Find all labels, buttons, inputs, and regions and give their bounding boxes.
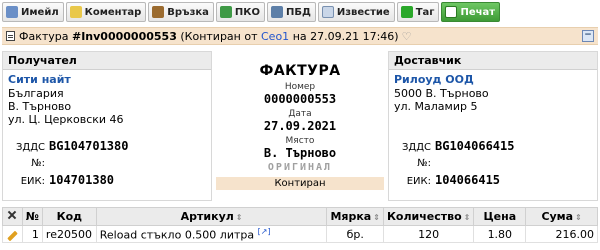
comment-button-label: Коментар <box>84 6 142 18</box>
print-icon <box>445 6 458 18</box>
items-table: № Код Артикул ⇕ Мярка ⇕ Количество ⇕ Цена С… <box>2 207 598 243</box>
supplier-ids: ЗДДС №: BG104066415 ЕИК: 104066415 <box>389 138 515 190</box>
print-button[interactable]: Печат <box>441 2 501 22</box>
column-header-code: Код <box>41 207 97 226</box>
row-quantity: 120 <box>382 225 475 243</box>
document-date: 27.09.2021 <box>263 119 337 133</box>
pbd-button-label: ПБД <box>285 6 311 18</box>
pbd-button[interactable]: ПБД <box>266 2 316 22</box>
tag-icon <box>400 6 413 18</box>
row-code: re20500 <box>41 225 97 243</box>
titlebar-user-link[interactable]: Ceo1 <box>261 30 289 43</box>
supplier-name-link[interactable]: Рилоуд ООД <box>389 70 597 86</box>
pko-icon <box>219 6 232 18</box>
supplier-eik: 104066415 <box>435 173 501 187</box>
pencil-icon[interactable] <box>7 230 18 241</box>
status-badge: Контиран <box>216 177 384 190</box>
external-link-icon[interactable]: [↗] <box>258 227 271 236</box>
document-icon <box>6 31 15 41</box>
row-amount: 216.00 <box>525 225 598 243</box>
column-header-unit[interactable]: Мярка ⇕ <box>326 207 384 226</box>
table-row: 1 re20500 Reload стъкло 0.500 литра [↗] … <box>2 225 598 243</box>
recipient-country: България <box>8 87 64 100</box>
sort-icon: ⇕ <box>235 213 243 222</box>
items-header-row: № Код Артикул ⇕ Мярка ⇕ Количество ⇕ Цена С… <box>2 207 598 226</box>
recipient-panel: Получател Сити найт България В. Търново … <box>2 51 212 201</box>
recipient-heading: Получател <box>3 52 211 70</box>
edit-cell[interactable] <box>2 225 23 243</box>
email-icon <box>6 6 18 18</box>
email-button-label: Имейл <box>21 6 59 18</box>
supplier-eik-label: ЕИК: <box>406 176 431 187</box>
number-label: Номер <box>284 82 316 92</box>
invoice-body: Получател Сити найт България В. Търново … <box>2 51 598 201</box>
row-article-name: Reload стъкло 0.500 литра <box>99 228 255 242</box>
column-header-price: Цена <box>473 207 527 226</box>
recipient-street: ул. Ц. Церковски 46 <box>8 113 124 126</box>
tools-icon <box>7 210 17 220</box>
sort-icon: ⇕ <box>575 213 582 222</box>
document-title: ФАКТУРА <box>259 63 341 79</box>
comment-button[interactable]: Коментар <box>65 2 147 22</box>
supplier-heading: Доставчик <box>389 52 597 70</box>
pko-button[interactable]: ПКО <box>215 2 265 22</box>
notice-icon <box>321 6 334 18</box>
supplier-city: 5000 В. Търново <box>394 87 489 100</box>
recipient-vat-label: ЗДДС №: <box>15 142 45 169</box>
link-button-label: Връзка <box>167 6 209 18</box>
recipient-city: В. Търново <box>8 100 72 113</box>
notice-button-label: Известие <box>336 6 390 18</box>
row-article: Reload стъкло 0.500 литра [↗] <box>95 225 328 243</box>
collapse-button[interactable]: − <box>582 30 594 42</box>
document-panel: ФАКТУРА Номер 0000000553 Дата 27.09.2021… <box>214 51 386 201</box>
heart-icon[interactable]: ♡ <box>402 30 412 43</box>
document-titlebar: Фактура #Inv0000000553 (Контиран от Ceo1… <box>2 27 598 45</box>
pko-button-label: ПКО <box>234 6 260 18</box>
column-header-no: № <box>21 207 43 226</box>
recipient-vat: BG104701380 <box>49 139 129 153</box>
supplier-address: 5000 В. Търново ул. Маламир 5 <box>389 86 597 113</box>
link-button[interactable]: Връзка <box>148 2 214 22</box>
supplier-panel: Доставчик Рилоуд ООД 5000 В. Търново ул.… <box>388 51 598 201</box>
recipient-eik-label: ЕИК: <box>20 176 45 187</box>
notice-button[interactable]: Известие <box>317 2 395 22</box>
row-unit: бр. <box>326 225 384 243</box>
titlebar-number: #Inv0000000553 <box>72 29 177 43</box>
sort-icon: ⇕ <box>373 213 380 222</box>
recipient-eik: 104701380 <box>49 173 115 187</box>
print-button-label: Печат <box>460 6 496 18</box>
pbd-icon <box>270 6 283 18</box>
titlebar-status: (Контиран от <box>180 29 258 43</box>
recipient-ids: ЗДДС №: BG104701380 ЕИК: 104701380 <box>3 138 129 190</box>
email-button[interactable]: Имейл <box>2 2 64 22</box>
tag-button[interactable]: Таг <box>396 2 440 22</box>
document-place: В. Търново <box>263 146 337 160</box>
titlebar-date: на 27.09.21 17:46) <box>292 29 399 43</box>
tag-button-label: Таг <box>415 6 435 18</box>
column-header-amount[interactable]: Сума ⇕ <box>525 207 598 226</box>
tools-column-header[interactable] <box>2 207 23 226</box>
link-icon <box>152 6 165 18</box>
sort-icon: ⇕ <box>463 213 471 222</box>
row-number: 1 <box>21 225 43 243</box>
titlebar-prefix: Фактура <box>19 29 69 43</box>
place-label: Място <box>285 136 315 146</box>
date-label: Дата <box>288 109 312 119</box>
supplier-street: ул. Маламир 5 <box>394 100 478 113</box>
original-mark: ОРИГИНАЛ <box>267 162 333 173</box>
recipient-address: България В. Търново ул. Ц. Церковски 46 <box>3 86 211 126</box>
column-header-quantity[interactable]: Количество ⇕ <box>382 207 475 226</box>
column-header-article[interactable]: Артикул ⇕ <box>95 207 328 226</box>
recipient-name-link[interactable]: Сити найт <box>3 70 211 86</box>
row-price: 1.80 <box>473 225 527 243</box>
toolbar: Имейл Коментар Връзка ПКО ПБД Известие Т… <box>2 2 501 24</box>
document-number: 0000000553 <box>263 92 337 106</box>
comment-icon <box>69 6 82 18</box>
supplier-vat-label: ЗДДС №: <box>401 142 431 169</box>
supplier-vat: BG104066415 <box>435 139 515 153</box>
